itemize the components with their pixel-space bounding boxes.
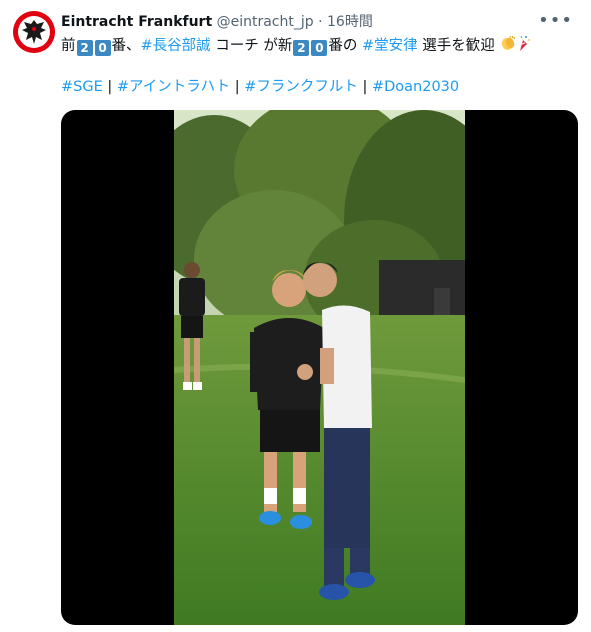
avatar[interactable] [13,11,55,53]
text-part: コーチ が新 [210,38,293,54]
tweet-media-video[interactable] [61,110,578,625]
clapping-hands-icon [499,34,517,59]
author-handle[interactable]: @eintracht_jp [217,14,314,30]
author-name[interactable]: Eintracht Frankfurt [61,14,212,30]
video-frame[interactable] [174,110,465,625]
more-options-icon[interactable]: ••• [538,10,573,31]
text-part: 番、 [111,38,141,54]
text-part: 前 [61,38,76,54]
eintracht-eagle-logo-icon [13,11,55,53]
tweet-text: 前 2 0 番、#長谷部誠 コーチ が新 2 0 番の #堂安律 選手を歓迎 [61,34,531,59]
text-part: 選手を歓迎 [417,38,495,54]
keycap-digit: 2 [76,40,93,56]
header-separator: · [318,14,323,30]
tweet-header: Eintracht Frankfurt @eintracht_jp · 16時間 [61,12,373,32]
hashtag-separator: | [230,79,245,95]
hashtag-link[interactable]: #SGE [61,79,103,95]
hashtag-separator: | [357,79,372,95]
hashtag-link[interactable]: #アイントラハト [117,79,230,95]
text-part: 番の [328,38,362,54]
hashtag-link[interactable]: #Doan2030 [372,79,459,95]
keycap-digit: 2 [293,40,310,56]
hashtag-link[interactable]: #フランクフルト [244,79,358,95]
keycap-digit: 0 [311,40,328,56]
hashtag-separator: | [102,79,117,95]
tweet-timestamp[interactable]: 16時間 [327,14,373,30]
hashtag-line: #SGE | #アイントラハト | #フランクフルト | #Doan2030 [61,76,459,98]
keycap-digit: 0 [94,40,111,56]
party-popper-icon [517,34,531,59]
video-scene-image [174,110,465,625]
hashtag-link[interactable]: #長谷部誠 [141,38,211,54]
hashtag-link[interactable]: #堂安律 [362,38,418,54]
